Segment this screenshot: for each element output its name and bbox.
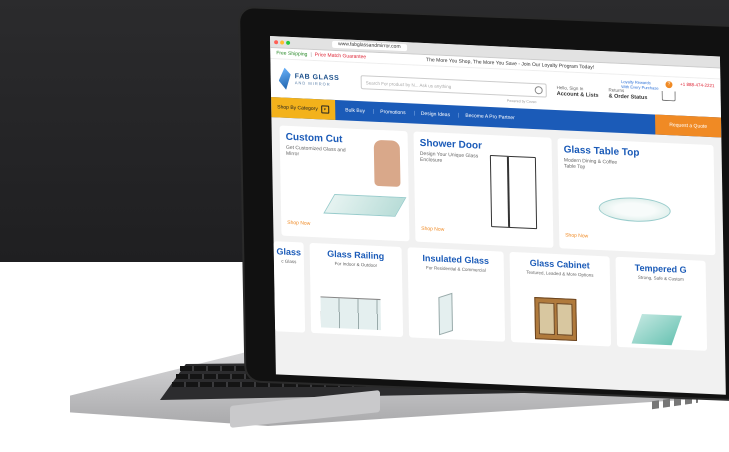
- laptop-screen: www.fabglassandmirror.com Free Shipping …: [270, 36, 726, 395]
- tempered-glass-image: [631, 313, 682, 346]
- nav-divider: |: [458, 112, 460, 119]
- insulated-glass-image: [438, 292, 453, 336]
- account-menu[interactable]: Hello, Sign In Account & Lists: [557, 85, 599, 99]
- card-description: c Glass: [281, 258, 297, 265]
- category-card-glass-partial[interactable]: Glass c Glass: [273, 241, 306, 333]
- chevron-down-icon: ▾: [320, 105, 329, 114]
- glass-sheet-image: [323, 193, 407, 217]
- nav-divider: |: [413, 110, 415, 117]
- address-bar[interactable]: www.fabglassandmirror.com: [332, 40, 407, 52]
- search-placeholder: Search For product by N... Ask us anythi…: [365, 79, 452, 89]
- category-card-insulated-glass[interactable]: Insulated Glass For Residential & Commer…: [407, 247, 506, 342]
- category-card-shower-door[interactable]: Shower Door Design Your Unique Glass Enc…: [413, 131, 554, 248]
- nav-divider: |: [372, 108, 375, 115]
- category-row-1: Custom Cut Get Customized Glass and Mirr…: [271, 117, 723, 256]
- cart-icon[interactable]: [661, 90, 676, 102]
- request-quote-button[interactable]: Request a Quote: [655, 114, 722, 138]
- account-label: Account & Lists: [556, 91, 599, 99]
- shop-now-link[interactable]: Shop Now: [287, 220, 310, 227]
- category-card-tempered-glass[interactable]: Tempered G Strong, Safe & Custom: [615, 256, 708, 351]
- nav-item-pro-partner[interactable]: Become A Pro Partner: [465, 113, 515, 121]
- shop-by-category-label: Shop By Category: [277, 104, 318, 113]
- card-title: Glass: [276, 246, 302, 258]
- free-shipping-link[interactable]: Free Shipping: [276, 50, 307, 57]
- orders-label: & Order Status: [608, 93, 648, 102]
- hand-image: [373, 139, 401, 187]
- search-input[interactable]: Search For product by N... Ask us anythi…: [360, 75, 547, 98]
- help-icon[interactable]: ?: [665, 80, 673, 89]
- price-match-link[interactable]: Price Match Guarantee: [315, 52, 367, 60]
- category-card-custom-cut[interactable]: Custom Cut Get Customized Glass and Mirr…: [279, 125, 410, 242]
- phone-number[interactable]: +1 888-474-2221: [680, 82, 714, 89]
- category-card-glass-railing[interactable]: Glass Railing For Indoor & Outdoor: [309, 242, 404, 338]
- table-top-image: [598, 195, 671, 224]
- shop-now-link[interactable]: Shop Now: [565, 232, 588, 239]
- category-card-glass-cabinet[interactable]: Glass Cabinet Textured, Leaded & More Op…: [509, 251, 612, 347]
- nav-item-promotions[interactable]: Promotions: [380, 109, 405, 116]
- powered-by-label: Powered by Coveo: [506, 98, 537, 105]
- minimize-dot-icon[interactable]: [280, 39, 285, 45]
- shop-now-link[interactable]: Shop Now: [421, 226, 444, 233]
- railing-image: [320, 296, 382, 331]
- promo-separator: |: [310, 51, 312, 58]
- site-logo[interactable]: FAB GLASS AND MIRROR: [279, 67, 349, 92]
- cabinet-image: [534, 297, 578, 342]
- loyalty-rewards-link[interactable]: Loyalty Rewards With Every Purchase: [621, 79, 659, 91]
- nav-item-design-ideas[interactable]: Design Ideas: [421, 111, 450, 118]
- nav-item-bulk-buy[interactable]: Bulk Buy: [345, 107, 365, 114]
- maximize-dot-icon[interactable]: [286, 40, 291, 45]
- category-card-glass-table-top[interactable]: Glass Table Top Modern Dining & Coffee T…: [557, 138, 716, 256]
- search-icon[interactable]: [534, 86, 543, 95]
- shower-door-image: [489, 155, 538, 230]
- logo-mark-icon: [279, 67, 291, 90]
- close-dot-icon[interactable]: [274, 39, 279, 44]
- shop-by-category-button[interactable]: Shop By Category ▾: [271, 97, 336, 120]
